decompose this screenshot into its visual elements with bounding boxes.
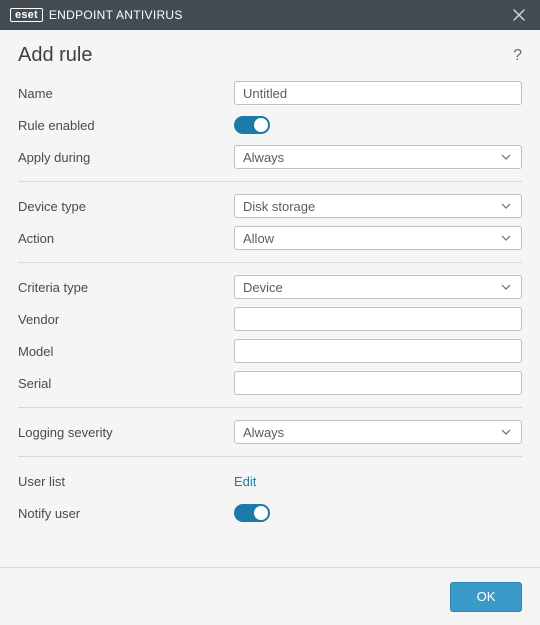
brand-text: ENDPOINT ANTIVIRUS [49, 8, 183, 22]
chevron-down-icon [499, 280, 513, 294]
criteria-type-select[interactable]: Device [234, 275, 522, 299]
model-input[interactable] [234, 339, 522, 363]
criteria-type-label: Criteria type [18, 280, 234, 295]
model-label: Model [18, 344, 234, 359]
page-title: Add rule [18, 44, 93, 67]
notify-user-toggle[interactable] [234, 504, 270, 522]
rule-enabled-label: Rule enabled [18, 118, 234, 133]
rule-enabled-toggle[interactable] [234, 116, 270, 134]
device-type-value: Disk storage [243, 199, 499, 214]
name-input[interactable] [234, 81, 522, 105]
divider [18, 181, 522, 182]
serial-input[interactable] [234, 371, 522, 395]
titlebar: eset ENDPOINT ANTIVIRUS [0, 0, 540, 30]
footer: OK [0, 567, 540, 625]
chevron-down-icon [499, 231, 513, 245]
user-list-label: User list [18, 474, 234, 489]
name-label: Name [18, 86, 234, 101]
close-icon[interactable] [510, 6, 528, 24]
action-select[interactable]: Allow [234, 226, 522, 250]
vendor-label: Vendor [18, 312, 234, 327]
device-type-label: Device type [18, 199, 234, 214]
help-icon[interactable]: ? [513, 47, 522, 65]
logging-severity-value: Always [243, 425, 499, 440]
device-type-select[interactable]: Disk storage [234, 194, 522, 218]
notify-user-label: Notify user [18, 506, 234, 521]
chevron-down-icon [499, 425, 513, 439]
user-list-edit-link[interactable]: Edit [234, 474, 256, 489]
action-label: Action [18, 231, 234, 246]
chevron-down-icon [499, 199, 513, 213]
serial-label: Serial [18, 376, 234, 391]
action-value: Allow [243, 231, 499, 246]
logging-severity-select[interactable]: Always [234, 420, 522, 444]
logging-severity-label: Logging severity [18, 425, 234, 440]
brand-logo: eset [10, 8, 43, 22]
apply-during-label: Apply during [18, 150, 234, 165]
ok-button[interactable]: OK [450, 582, 522, 612]
criteria-type-value: Device [243, 280, 499, 295]
divider [18, 456, 522, 457]
vendor-input[interactable] [234, 307, 522, 331]
apply-during-select[interactable]: Always [234, 145, 522, 169]
content: Add rule ? Name Rule enabled Apply durin… [0, 30, 540, 567]
divider [18, 262, 522, 263]
form: Name Rule enabled Apply during Always [18, 77, 522, 529]
chevron-down-icon [499, 150, 513, 164]
apply-during-value: Always [243, 150, 499, 165]
divider [18, 407, 522, 408]
